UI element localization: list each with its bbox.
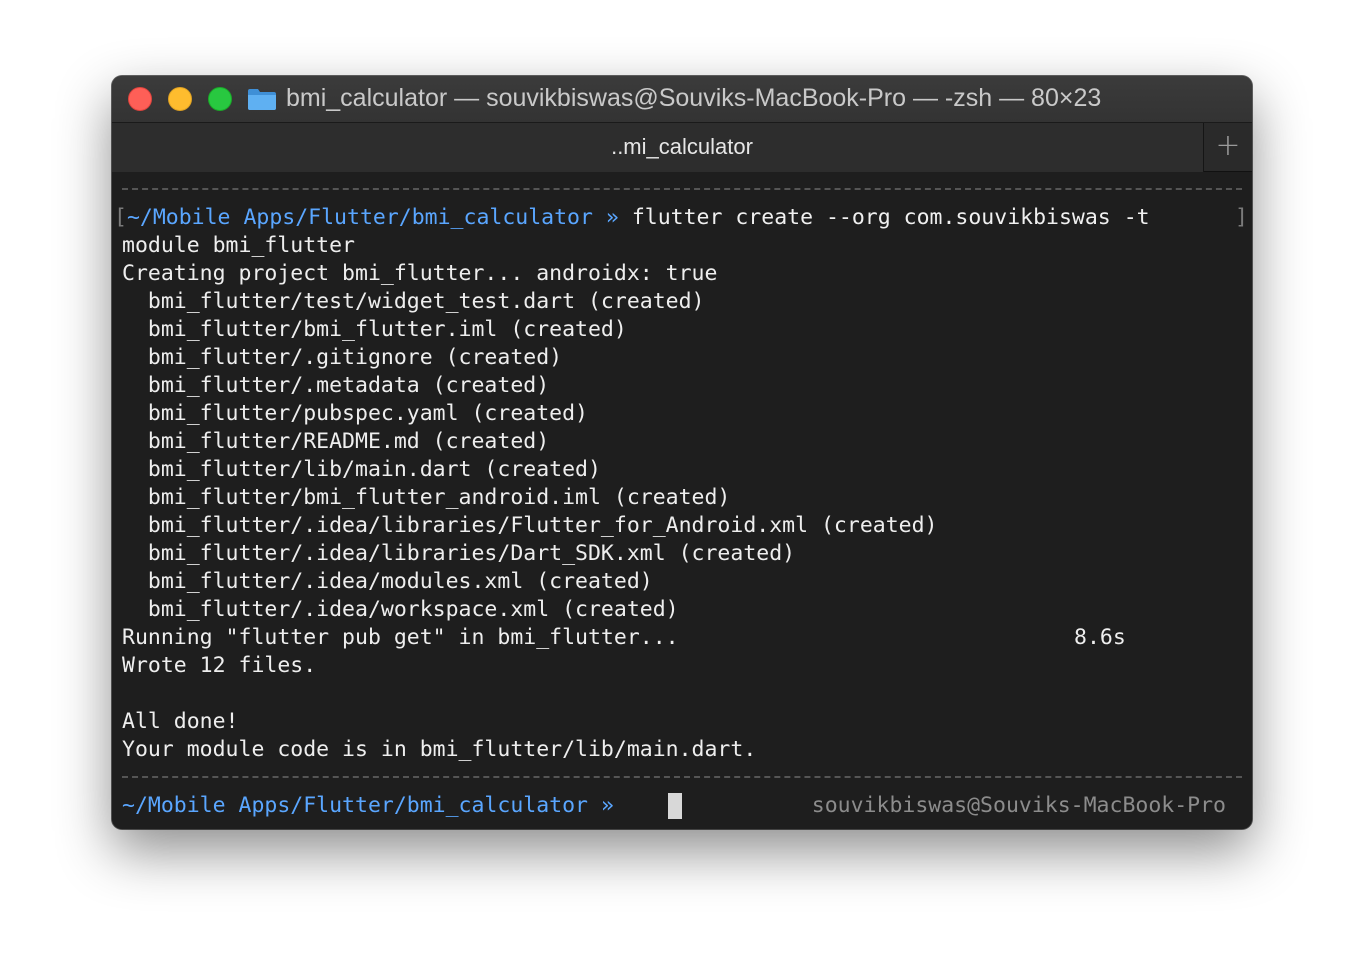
command-line: [~/Mobile Apps/Flutter/bmi_calculator » … — [114, 204, 1150, 232]
created-file-line: bmi_flutter/bmi_flutter.iml (created) — [122, 317, 627, 342]
right-prompt: souvikbiswas@Souviks-MacBook-Pro — [811, 793, 1226, 818]
created-file-line: bmi_flutter/.idea/libraries/Flutter_for_… — [122, 513, 938, 538]
prompt-path: ~/Mobile Apps/Flutter/bmi_calculator — [126, 205, 593, 230]
all-done-line: All done! — [122, 709, 239, 734]
created-file-line: bmi_flutter/bmi_flutter_android.iml (cre… — [122, 485, 731, 510]
created-file-line: bmi_flutter/README.md (created) — [122, 429, 550, 454]
terminal-content[interactable]: [~/Mobile Apps/Flutter/bmi_calculator » … — [112, 172, 1252, 829]
prompt-close-bracket: ] — [1235, 205, 1248, 230]
wrote-line: Wrote 12 files. — [122, 653, 317, 678]
created-file-line: bmi_flutter/.idea/workspace.xml (created… — [122, 597, 679, 622]
close-button[interactable] — [128, 87, 152, 111]
final-prompt-arrow: » — [600, 793, 614, 818]
created-file-line: bmi_flutter/pubspec.yaml (created) — [122, 401, 588, 426]
tab-label: ..mi_calculator — [611, 134, 753, 159]
running-time: 8.6s — [1074, 625, 1126, 650]
created-file-line: bmi_flutter/.idea/libraries/Dart_SDK.xml… — [122, 541, 796, 566]
created-file-line: bmi_flutter/.gitignore (created) — [122, 345, 563, 370]
divider-top — [122, 188, 1242, 190]
created-file-line: bmi_flutter/lib/main.dart (created) — [122, 457, 601, 482]
module-code-line: Your module code is in bmi_flutter/lib/m… — [122, 737, 757, 762]
command-text: flutter create --org com.souvikbiswas -t — [631, 205, 1150, 230]
created-file-line: bmi_flutter/.idea/modules.xml (created) — [122, 569, 653, 594]
created-file-line: bmi_flutter/test/widget_test.dart (creat… — [122, 289, 705, 314]
title-bar[interactable]: bmi_calculator — souvikbiswas@Souviks-Ma… — [112, 76, 1252, 122]
folder-icon — [247, 87, 277, 111]
minimize-button[interactable] — [168, 87, 192, 111]
zoom-button[interactable] — [208, 87, 232, 111]
final-prompt-path: ~/Mobile Apps/Flutter/bmi_calculator — [122, 793, 588, 818]
window-title: bmi_calculator — souvikbiswas@Souviks-Ma… — [286, 84, 1102, 112]
creating-line: Creating project bmi_flutter... androidx… — [122, 261, 718, 286]
created-file-line: bmi_flutter/.metadata (created) — [122, 373, 550, 398]
tab-bar: ..mi_calculator + — [112, 122, 1252, 172]
new-tab-button[interactable]: + — [1204, 123, 1252, 172]
divider-bottom — [122, 776, 1242, 778]
prompt-open-bracket: [ — [114, 205, 127, 230]
running-line: Running "flutter pub get" in bmi_flutter… — [122, 625, 679, 650]
text-cursor — [668, 793, 682, 819]
command-wrap-line: module bmi_flutter — [122, 233, 355, 258]
terminal-window: bmi_calculator — souvikbiswas@Souviks-Ma… — [112, 76, 1252, 829]
prompt-arrow: » — [605, 205, 619, 230]
final-prompt: ~/Mobile Apps/Flutter/bmi_calculator » — [122, 792, 614, 820]
